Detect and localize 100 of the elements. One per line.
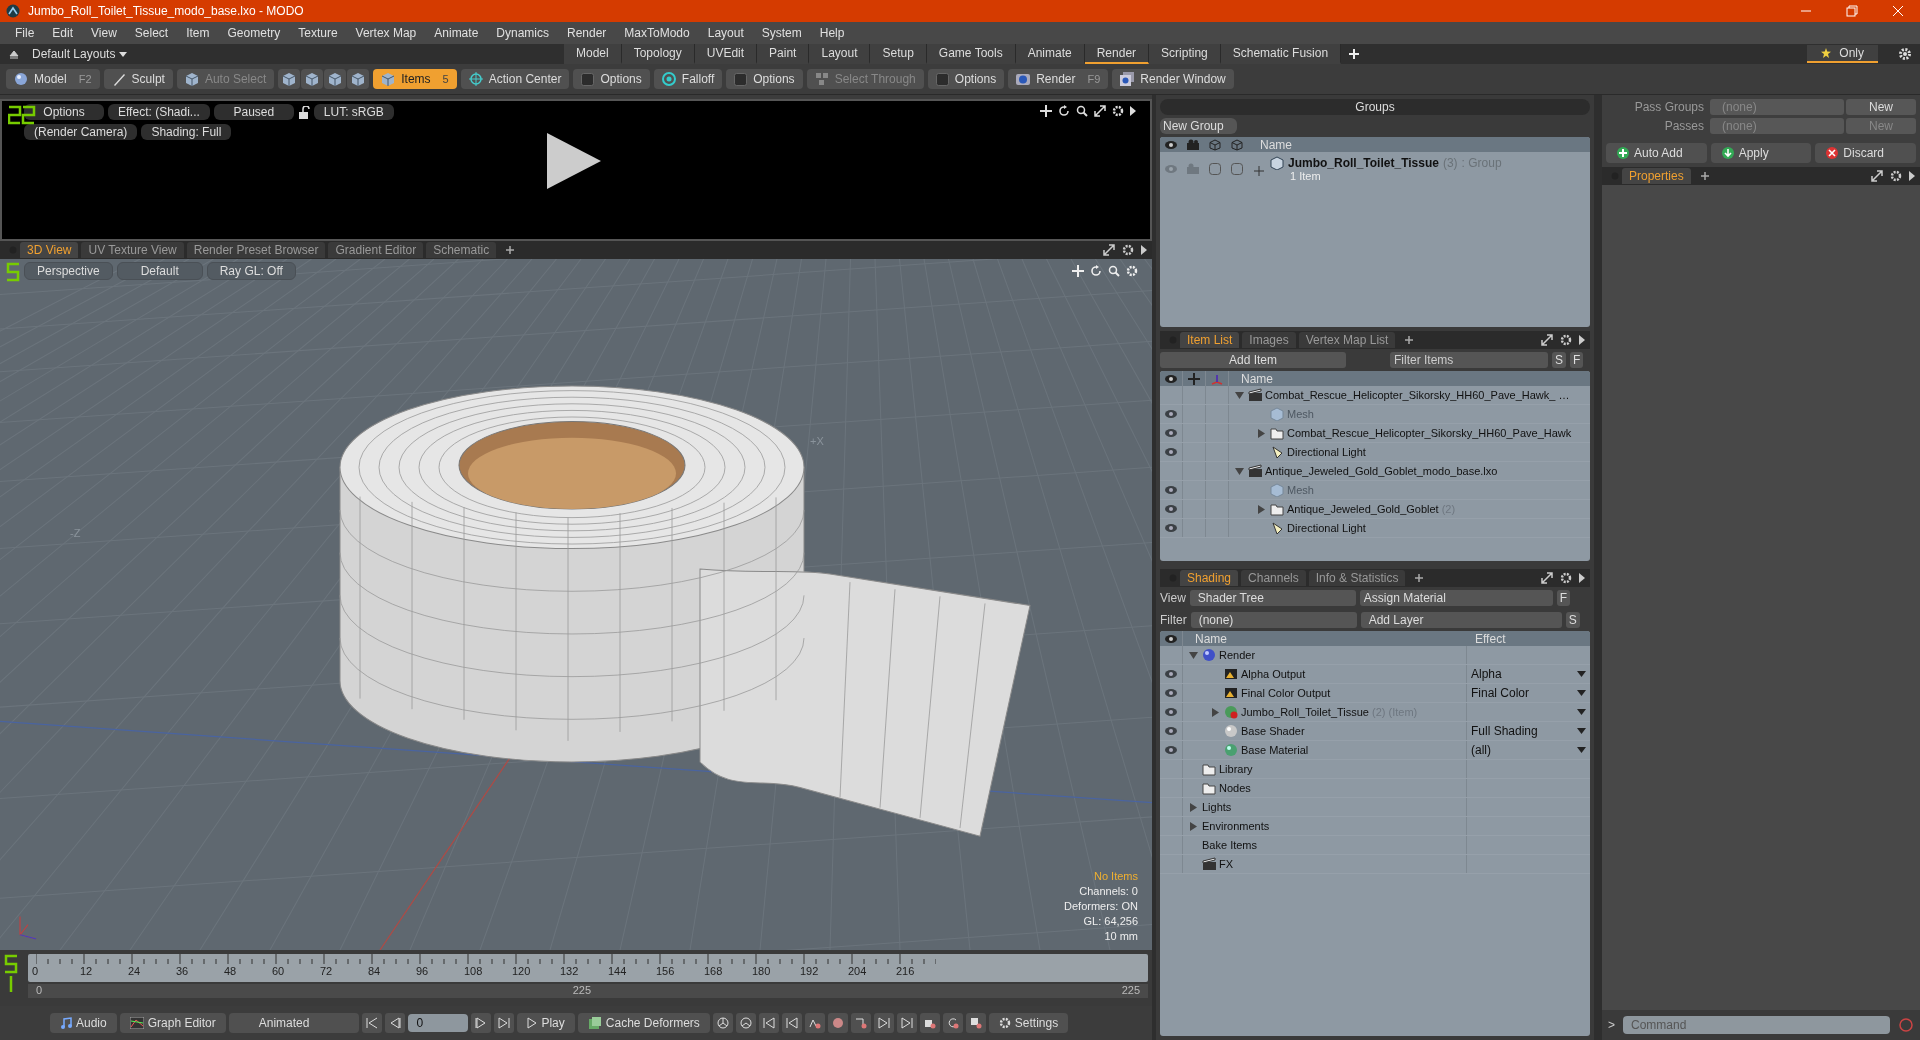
apply-button[interactable]: Apply: [1710, 143, 1812, 163]
eye-icon[interactable]: [1164, 447, 1178, 457]
tree-item[interactable]: Antique_Jeweled_Gold_Goblet: [1287, 503, 1439, 515]
tool-button[interactable]: Render Window: [1112, 69, 1234, 89]
s-button[interactable]: S: [1552, 352, 1566, 368]
collapse-icon[interactable]: [8, 48, 20, 60]
tree-item[interactable]: Combat_Rescue_Helicopter_Sikorsky_HH60_Pave_Hawk: [1287, 427, 1572, 439]
panel-tab[interactable]: Properties: [1622, 168, 1691, 184]
curve-button[interactable]: [804, 1013, 825, 1033]
layout-tab[interactable]: Model: [564, 44, 622, 64]
previous-marker-button[interactable]: [758, 1013, 779, 1033]
menu-item[interactable]: Texture: [289, 26, 347, 40]
view-option-pill[interactable]: Perspective: [24, 262, 113, 280]
layout-tab[interactable]: Animate: [1015, 44, 1085, 64]
eye-icon[interactable]: [1164, 485, 1178, 495]
effect-value[interactable]: (all): [1471, 743, 1491, 757]
menu-item[interactable]: Select: [125, 26, 178, 40]
maximize-icon[interactable]: [1541, 334, 1553, 346]
new-button[interactable]: New: [1846, 99, 1916, 115]
expand-arrow-icon[interactable]: [1579, 335, 1585, 345]
select-mode-button[interactable]: [347, 69, 370, 89]
filter-field[interactable]: Filter Items: [1390, 352, 1548, 368]
eye-icon[interactable]: [1164, 669, 1178, 679]
tool-button[interactable]: Render F9: [1008, 69, 1109, 89]
animation-mode-dropdown[interactable]: Animated: [228, 1013, 360, 1033]
search-icon[interactable]: [1076, 105, 1088, 117]
only-button[interactable]: Only: [1807, 45, 1878, 63]
record-button[interactable]: [827, 1013, 848, 1033]
discard-button[interactable]: Discard: [1815, 143, 1916, 163]
expand-arrow-icon[interactable]: [1141, 245, 1147, 255]
tree-item[interactable]: Base Shader: [1241, 725, 1305, 737]
menu-item[interactable]: Dynamics: [487, 26, 558, 40]
settings-icon[interactable]: [1560, 334, 1572, 346]
forward-button[interactable]: [873, 1013, 894, 1033]
next-key-button[interactable]: [471, 1013, 492, 1033]
f-button[interactable]: F: [1570, 352, 1584, 368]
back-button[interactable]: [781, 1013, 802, 1033]
last-frame-button[interactable]: [494, 1013, 515, 1033]
auto-add-button[interactable]: Auto Add: [1606, 143, 1707, 163]
settings-icon[interactable]: [1112, 105, 1124, 117]
option-pill[interactable]: Effect: (Shadi...: [108, 104, 210, 120]
dropdown-arrow-icon[interactable]: [1577, 747, 1586, 753]
layout-tab[interactable]: Schematic Fusion: [1220, 44, 1342, 64]
stop-button[interactable]: [965, 1013, 986, 1033]
eye-icon[interactable]: [1164, 504, 1178, 514]
tree-item[interactable]: Antique_Jeweled_Gold_Goblet_modo_base.lxo: [1265, 465, 1498, 477]
add-layer-dropdown[interactable]: Add Layer: [1360, 612, 1562, 628]
view-dropdown[interactable]: Shader Tree: [1189, 590, 1356, 606]
collapse-arrow-icon[interactable]: [1235, 390, 1244, 400]
effect-value[interactable]: Final Color: [1471, 686, 1530, 700]
previous-key-button[interactable]: [385, 1013, 406, 1033]
panel-tab[interactable]: Gradient Editor: [328, 242, 424, 258]
menu-item[interactable]: Layout: [698, 26, 753, 40]
repeat-button[interactable]: [942, 1013, 963, 1033]
tree-item[interactable]: Directional Light: [1287, 446, 1366, 458]
option-pill[interactable]: Options: [24, 104, 104, 120]
options-toggle[interactable]: Options: [573, 69, 650, 89]
panel-tab[interactable]: Images: [1242, 332, 1296, 348]
range-bar[interactable]: 0 225 225: [28, 984, 1148, 998]
menu-item[interactable]: Vertex Map: [346, 26, 426, 40]
menu-item[interactable]: System: [752, 26, 811, 40]
move-icon[interactable]: [1040, 105, 1052, 117]
effect-value[interactable]: Full Shading: [1471, 724, 1538, 738]
expand-arrow-icon[interactable]: [1909, 171, 1915, 181]
unlock-icon[interactable]: [297, 105, 310, 119]
command-field[interactable]: Command: [1623, 1016, 1890, 1034]
tree-item[interactable]: Library: [1219, 763, 1253, 775]
effect-value[interactable]: Alpha: [1471, 667, 1502, 681]
key-all-button[interactable]: [735, 1013, 756, 1033]
graph-editor-button[interactable]: Graph Editor: [119, 1013, 226, 1033]
menu-item[interactable]: Render: [558, 26, 616, 40]
tree-item[interactable]: Combat_Rescue_Helicopter_Sikorsky_HH60_Pave_Hawk_ …: [1265, 389, 1570, 401]
menu-item[interactable]: Geometry: [218, 26, 290, 40]
tree-item[interactable]: Nodes: [1219, 782, 1251, 794]
tool-button[interactable]: Model F2: [6, 69, 100, 89]
menu-item[interactable]: Edit: [43, 26, 83, 40]
eye-icon[interactable]: [1164, 745, 1178, 755]
tree-item[interactable]: Bake Items: [1202, 839, 1258, 851]
eye-icon[interactable]: [1164, 726, 1178, 736]
panel-tab[interactable]: UV Texture View: [81, 242, 184, 258]
expand-arrow-icon[interactable]: [1130, 106, 1136, 116]
panel-tab[interactable]: Item List: [1180, 332, 1240, 348]
panel-tab[interactable]: Shading: [1180, 570, 1239, 586]
restore-icon[interactable]: [1846, 5, 1858, 17]
eye-icon[interactable]: [1164, 428, 1178, 438]
rotate-icon[interactable]: [1058, 105, 1070, 117]
menu-item[interactable]: Animate: [425, 26, 488, 40]
expand-arrow-icon[interactable]: [1579, 573, 1585, 583]
maximize-icon[interactable]: [1871, 170, 1883, 182]
layout-tab[interactable]: Game Tools: [926, 44, 1016, 64]
cache-deformers-button[interactable]: Cache Deformers: [577, 1013, 710, 1033]
layout-dropdown[interactable]: Default Layouts: [32, 47, 552, 61]
tool-button[interactable]: Sculpt: [103, 69, 173, 89]
panel-tab[interactable]: Channels: [1241, 570, 1306, 586]
collapse-arrow-icon[interactable]: [1189, 650, 1198, 660]
tree-item[interactable]: Base Material: [1241, 744, 1309, 756]
tree-item[interactable]: Final Color Output: [1241, 687, 1331, 699]
layout-tab[interactable]: Render: [1084, 44, 1150, 64]
dropdown-arrow-icon[interactable]: [1577, 690, 1586, 696]
select-mode-button[interactable]: [324, 69, 347, 89]
